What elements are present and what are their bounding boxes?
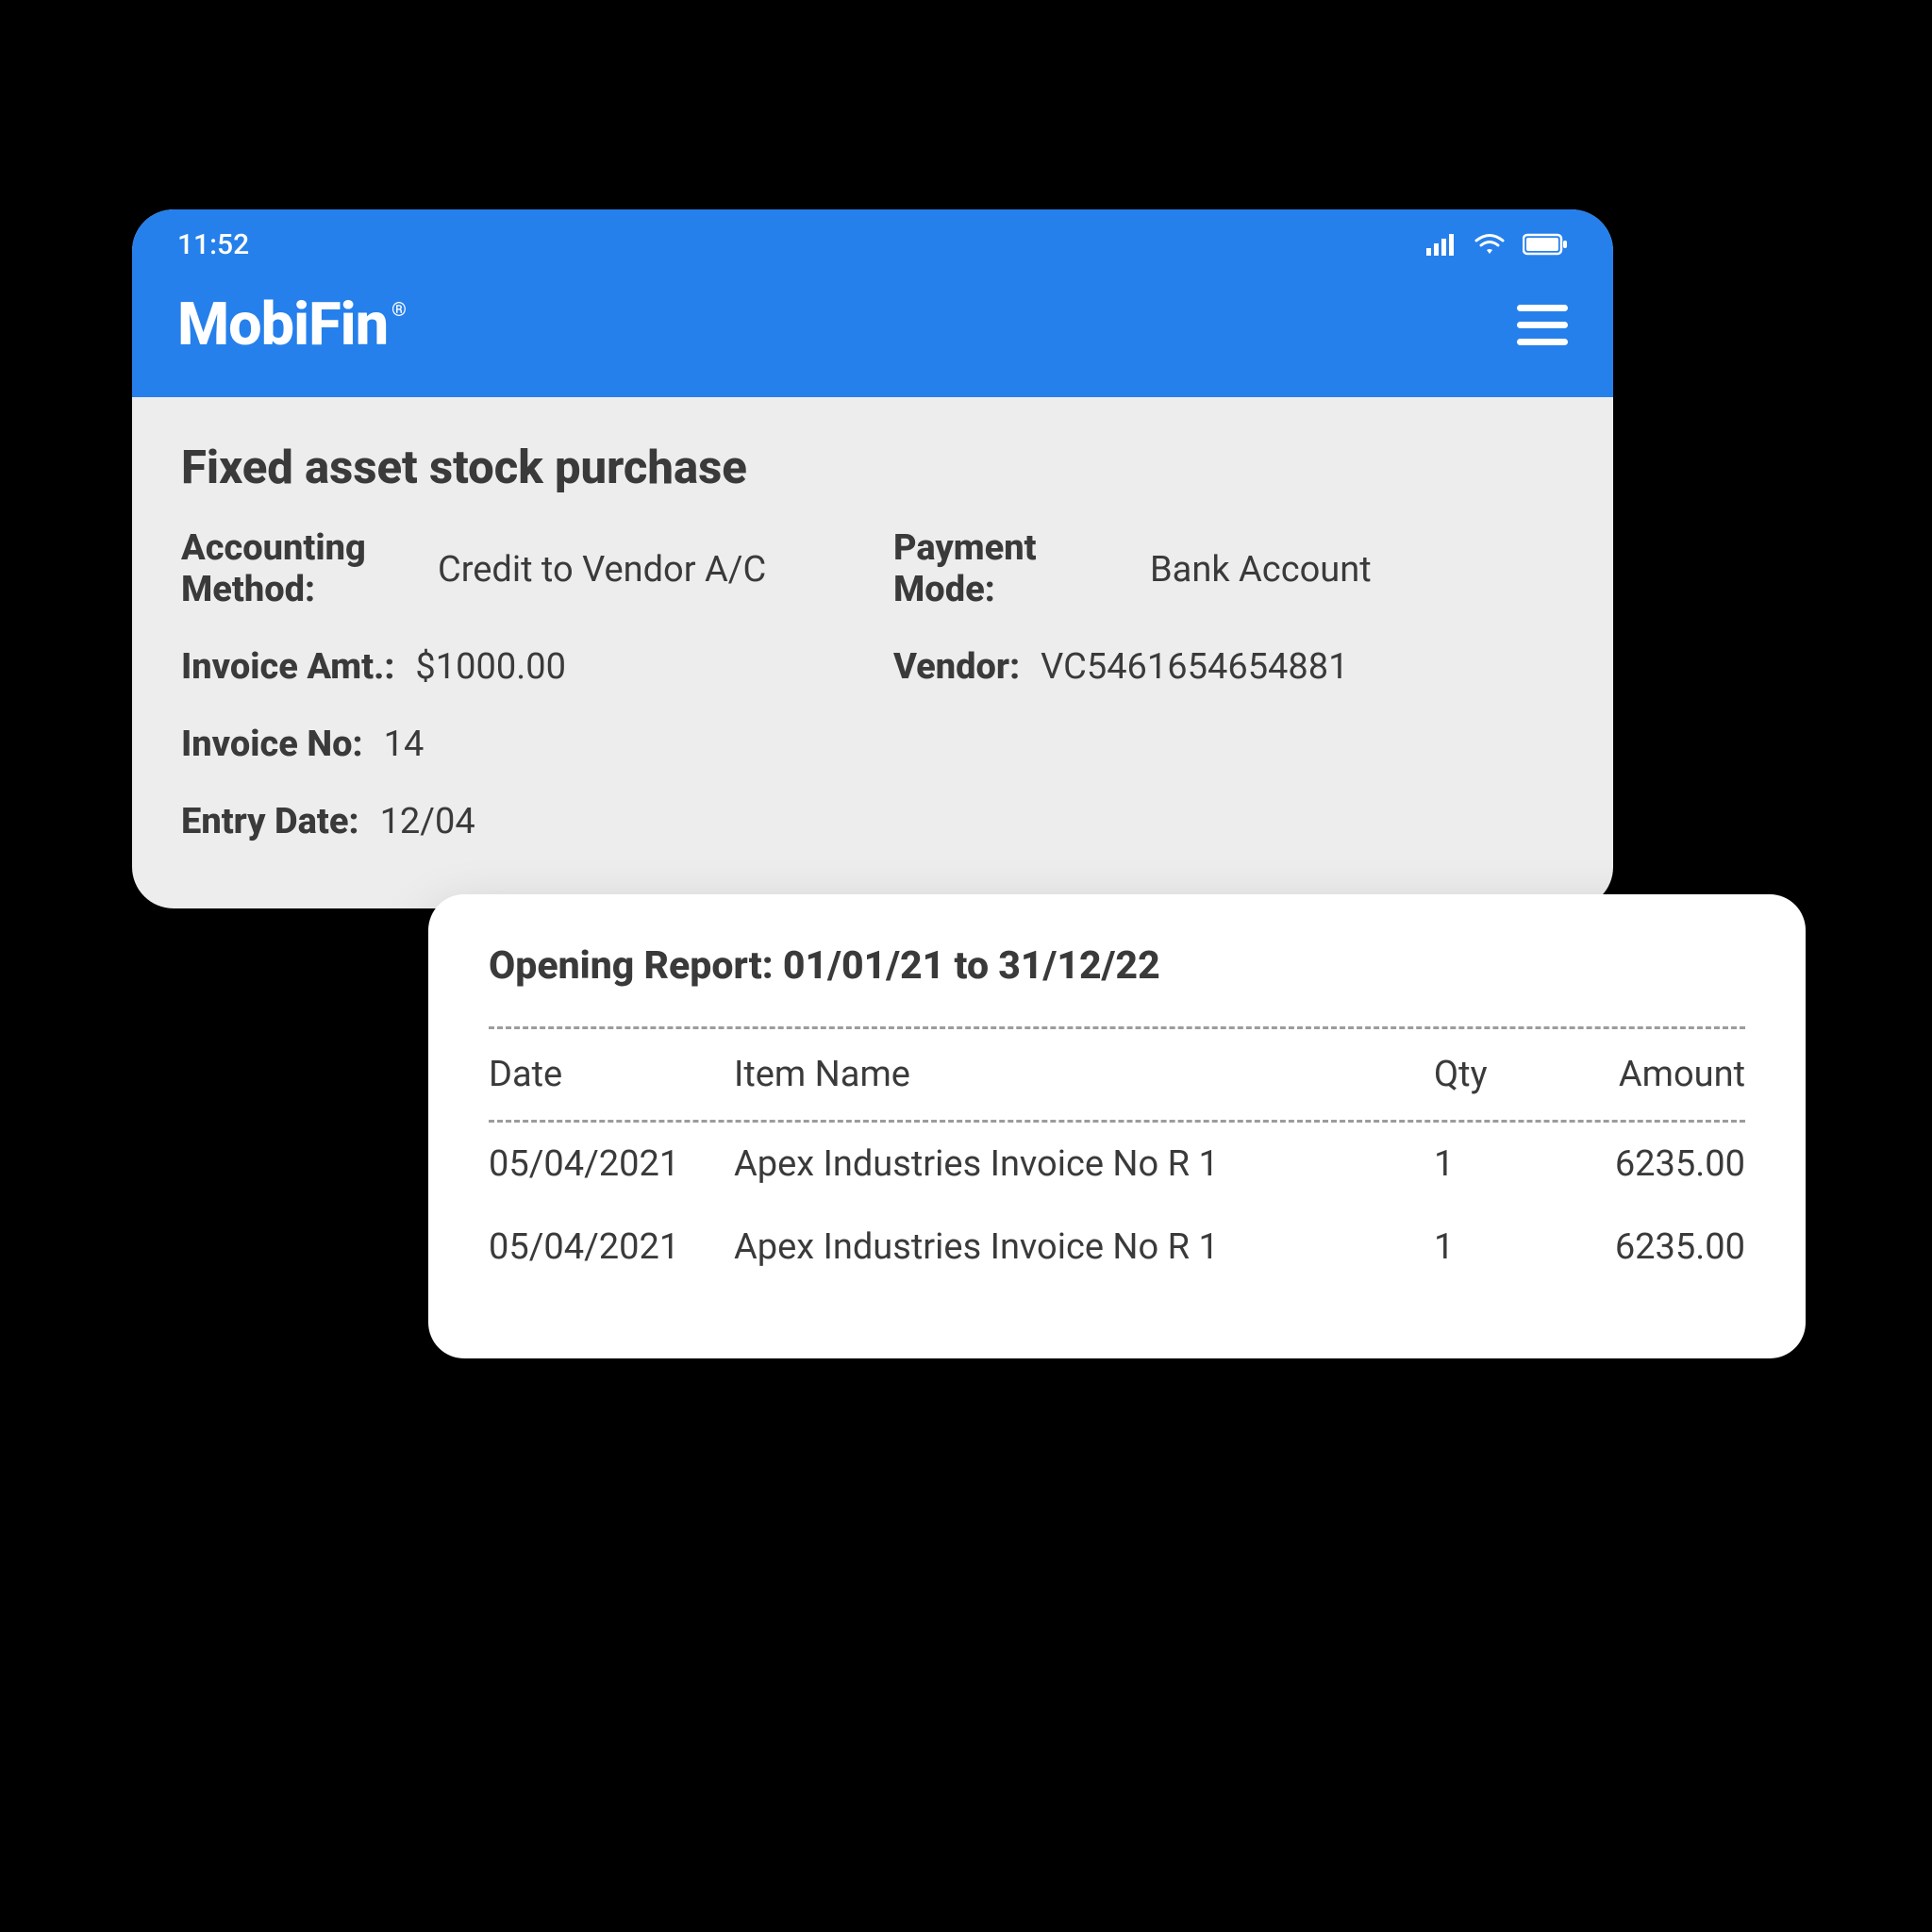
payment-mode-value: Bank Account [1150, 549, 1372, 591]
cell-qty: 1 [1434, 1226, 1557, 1268]
col-item: Item Name [734, 1054, 1434, 1095]
cell-amount: 6235.00 [1557, 1143, 1745, 1185]
cell-item: Apex Industries Invoice No R 1 [734, 1143, 1434, 1185]
status-bar: 11:52 [132, 209, 1613, 279]
cell-date: 05/04/2021 [489, 1143, 734, 1185]
vendor-value: VC5461654654881 [1041, 646, 1348, 688]
detail-grid: Accounting Method: Credit to Vendor A/C … [181, 528, 1568, 842]
accounting-method-row: Accounting Method: Credit to Vendor A/C [181, 528, 856, 610]
entry-date-row: Entry Date: 12/04 [181, 801, 856, 842]
accounting-method-value: Credit to Vendor A/C [438, 549, 766, 591]
invoice-no-row: Invoice No: 14 [181, 724, 856, 765]
payment-mode-label: Payment Mode: [893, 528, 1129, 610]
invoice-amt-label: Invoice Amt.: [181, 647, 394, 689]
invoice-amt-value: $1000.00 [415, 646, 566, 688]
status-time: 11:52 [177, 228, 249, 261]
report-body: 05/04/2021 Apex Industries Invoice No R … [489, 1123, 1745, 1289]
cell-date: 05/04/2021 [489, 1226, 734, 1268]
battery-icon [1523, 233, 1568, 256]
col-qty: Qty [1434, 1054, 1557, 1095]
page-content: Fixed asset stock purchase Accounting Me… [132, 397, 1613, 908]
wifi-icon [1474, 233, 1506, 256]
entry-date-label: Entry Date: [181, 802, 359, 843]
menu-icon[interactable] [1517, 305, 1568, 345]
app-window: 11:52 [132, 209, 1613, 908]
cell-item: Apex Industries Invoice No R 1 [734, 1226, 1434, 1268]
vendor-row: Vendor: VC5461654654881 [893, 646, 1568, 688]
invoice-no-label: Invoice No: [181, 724, 363, 766]
invoice-amt-row: Invoice Amt.: $1000.00 [181, 646, 856, 688]
report-title: Opening Report: 01/01/21 to 31/12/22 [489, 943, 1745, 989]
signal-icon [1426, 233, 1457, 256]
table-row: 05/04/2021 Apex Industries Invoice No R … [489, 1206, 1745, 1289]
report-header-row: Date Item Name Qty Amount [489, 1029, 1745, 1120]
cell-amount: 6235.00 [1557, 1226, 1745, 1268]
opening-report-card: Opening Report: 01/01/21 to 31/12/22 Dat… [428, 894, 1806, 1358]
cell-qty: 1 [1434, 1143, 1557, 1185]
vendor-label: Vendor: [893, 647, 1020, 689]
invoice-no-value: 14 [384, 724, 425, 765]
app-header: MobiFin® [132, 279, 1613, 397]
accounting-method-label: Accounting Method: [181, 528, 417, 610]
page-title: Fixed asset stock purchase [181, 441, 1568, 494]
brand-registered: ® [391, 298, 406, 321]
status-icons [1426, 233, 1568, 256]
table-row: 05/04/2021 Apex Industries Invoice No R … [489, 1123, 1745, 1206]
entry-date-value: 12/04 [380, 801, 475, 842]
col-date: Date [489, 1054, 734, 1095]
payment-mode-row: Payment Mode: Bank Account [893, 528, 1568, 610]
brand-name: MobiFin [177, 291, 388, 359]
brand-logo: MobiFin® [177, 291, 406, 359]
col-amount: Amount [1557, 1054, 1745, 1095]
